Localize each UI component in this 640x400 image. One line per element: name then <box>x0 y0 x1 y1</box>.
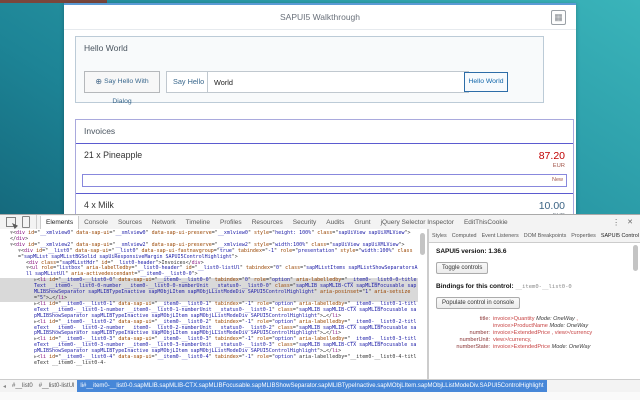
breadcrumb-item[interactable]: #__list0-listUl <box>36 383 78 389</box>
close-icon[interactable]: ✕ <box>627 218 633 226</box>
invoice-list: 21 x Pineapple 87.20EUR New 4 x Milk 10.00 EU… <box>76 143 573 217</box>
devtools-tab-sources[interactable]: Sources <box>113 216 147 229</box>
sidebar-tab-sapui5-control-bindings[interactable]: SAPUI5 Control Bindings <box>601 233 640 239</box>
dom-tree: ▼<div id="__xmlview0" data-sap-ui="__xml… <box>0 231 418 367</box>
hello-panel-title: Hello World <box>84 43 128 53</box>
sidebar-content: SAPUI5 version: 1.36.6 Toggle controls B… <box>429 242 633 379</box>
dom-tree-line[interactable]: ▶<li id="__item0-__list0-0" data-sap-ui=… <box>0 278 418 302</box>
devtools-tab-grunt[interactable]: Grunt <box>349 216 375 229</box>
say-hello-label: Say Hello <box>173 72 204 92</box>
sidebar-tab-event-listeners[interactable]: Event Listeners <box>482 233 519 239</box>
devtools-tab-timeline[interactable]: Timeline <box>181 216 215 229</box>
devtools-window-controls: ⋮ ✕ <box>612 218 640 227</box>
binding-row: numberUnit:view>/currency, <box>436 337 631 344</box>
hello-world-panel: Hello World ⊕Say Hello With Dialog Say H… <box>75 36 544 103</box>
sidebar-tab-dom-breakpoints[interactable]: DOM Breakpoints <box>524 233 567 239</box>
page-title: SAPUI5 Walkthrough <box>64 5 576 29</box>
control-id: __item0-__list0-0 <box>515 284 571 290</box>
devtools-tab-console[interactable]: Console <box>79 216 113 229</box>
bindings-list: title:invoice>Quantity Mode: OneWay , in… <box>436 316 631 351</box>
devtools-tab-security[interactable]: Security <box>288 216 321 229</box>
toggle-controls-button[interactable]: Toggle controls <box>436 262 488 274</box>
invoices-title: Invoices <box>84 126 115 136</box>
invoices-panel: Invoices 21 x Pineapple 87.20EUR New 4 x Mi… <box>75 119 574 217</box>
invoice-price: 87.20 <box>539 150 565 162</box>
devtools-tab-elements[interactable]: Elements <box>40 216 79 229</box>
dom-tree-line[interactable]: ▼<div id="__xmlview0" data-sap-ui="__xml… <box>0 231 418 237</box>
app-window: SAPUI5 Walkthrough ▦ Hello World ⊕Say He… <box>64 3 576 217</box>
devtools-panel: ElementsConsoleSourcesNetworkTimelinePro… <box>0 214 640 400</box>
invoice-price: 10.00 <box>539 200 565 212</box>
devtools-tab-network[interactable]: Network <box>147 216 181 229</box>
list-item[interactable]: 21 x Pineapple 87.20EUR New <box>76 143 573 187</box>
invoice-title: 21 x Pineapple <box>84 150 142 160</box>
invoice-title: 4 x Milk <box>84 200 114 210</box>
globe-icon: ⊕ <box>95 77 102 86</box>
crumb-scroll-left-icon[interactable]: ◂ <box>0 383 9 390</box>
tree-scrollbar[interactable] <box>420 233 425 255</box>
binding-row: numberState:invoice>ExtendedPrice Mode: … <box>436 344 631 351</box>
sidebar-tab-properties[interactable]: Properties <box>571 233 596 239</box>
inspect-element-icon[interactable] <box>6 217 16 227</box>
name-input[interactable] <box>207 72 468 92</box>
invoice-status-row: New <box>82 174 567 187</box>
status-badge: New <box>552 177 563 183</box>
devtools-tab-jquery-selector-inspector[interactable]: jQuery Selector Inspector <box>376 216 459 229</box>
populate-console-button[interactable]: Populate control in console <box>436 297 520 309</box>
tabbar-divider <box>36 215 37 229</box>
sidebar-tab-computed[interactable]: Computed <box>452 233 477 239</box>
say-hello-with-dialog-button[interactable]: ⊕Say Hello With Dialog <box>84 71 160 93</box>
hello-world-button[interactable]: Hello World <box>464 72 508 92</box>
menu-icon[interactable]: ⋮ <box>612 218 620 227</box>
sidebar-tab-styles[interactable]: Styles <box>432 233 447 239</box>
devtools-tab-audits[interactable]: Audits <box>321 216 349 229</box>
say-hello-input-group: Say Hello <box>166 71 469 93</box>
dialog-button-label: Say Hello With Dialog <box>104 78 149 105</box>
dom-tree-line[interactable]: ▶<li id="__item0-__list0-2" data-sap-ui=… <box>0 320 418 338</box>
elements-tree-pane: ▼<div id="__xmlview0" data-sap-ui="__xml… <box>0 229 428 379</box>
app-header: SAPUI5 Walkthrough ▦ <box>64 5 576 30</box>
elements-sidebar: Styles Computed Event Listeners DOM Breakpo… <box>428 229 640 379</box>
grid-icon[interactable]: ▦ <box>551 10 566 25</box>
sapui5-version-text: SAPUI5 version: 1.36.6 <box>436 248 631 255</box>
devtools-tab-editthiscookie[interactable]: EditThisCookie <box>459 216 513 229</box>
device-toolbar-icon[interactable] <box>22 216 30 228</box>
bindings-label: Bindings for this control: __item0-__lis… <box>436 283 631 290</box>
devtools-tabbar: ElementsConsoleSourcesNetworkTimelinePro… <box>0 215 640 230</box>
devtools-bottom-strip <box>0 392 640 400</box>
binding-row: title:invoice>Quantity Mode: OneWay , in… <box>436 316 631 330</box>
dom-tree-line[interactable]: ▶<li id="__item0-__list0-4" data-sap-ui=… <box>0 355 418 367</box>
dom-tree-line[interactable]: ▶<li id="__item0-__list0-3" data-sap-ui=… <box>0 337 418 355</box>
breadcrumb-item[interactable]: li#__item0-__list0-0.sapMLIB.sapMLIB-CTX… <box>77 380 546 392</box>
sidebar-tabs: Styles Computed Event Listeners DOM Breakpo… <box>429 229 640 243</box>
binding-row: number:invoice>ExtendedPrice , view>/cur… <box>436 330 631 337</box>
invoice-currency-unit: EUR <box>76 163 573 169</box>
devtools-tab-resources[interactable]: Resources <box>247 216 288 229</box>
breadcrumb: ◂ #__list0#__list0-listUlli#__item0-__li… <box>0 379 640 392</box>
sidebar-scrollbar[interactable] <box>633 245 638 271</box>
hello-toolbar: ⊕Say Hello With Dialog Say Hello Hello W… <box>80 71 539 94</box>
dom-tree-line[interactable]: ▶<li id="__item0-__list0-1" data-sap-ui=… <box>0 302 418 320</box>
devtools-tabs: ElementsConsoleSourcesNetworkTimelinePro… <box>40 216 513 229</box>
devtools-tab-profiles[interactable]: Profiles <box>215 216 247 229</box>
breadcrumb-item[interactable]: #__list0 <box>9 383 36 389</box>
